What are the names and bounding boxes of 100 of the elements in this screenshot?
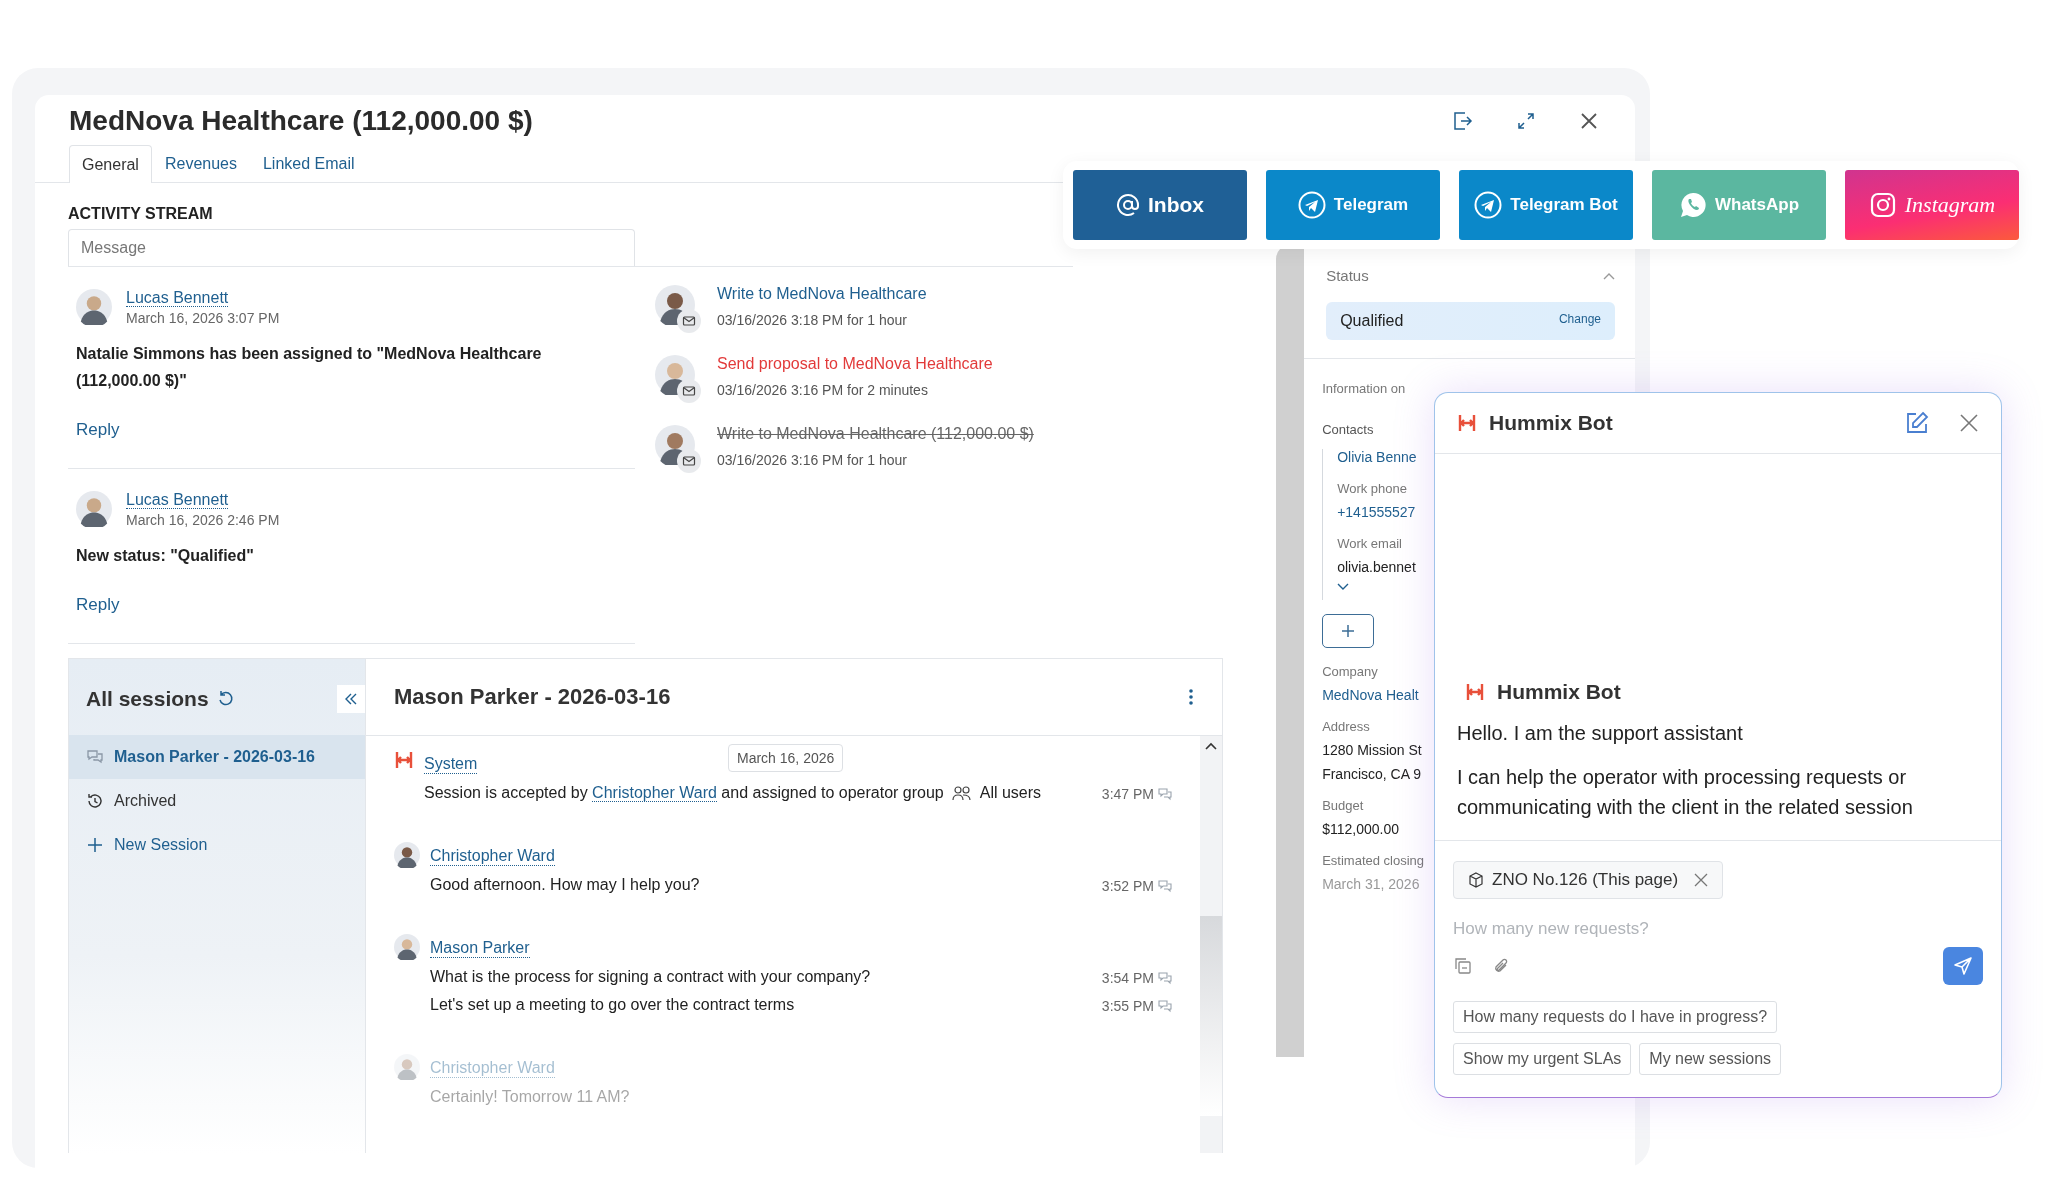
at-sign-icon <box>1116 193 1140 217</box>
cube-icon <box>1468 872 1484 888</box>
scrollbar[interactable] <box>1200 736 1222 1153</box>
sender-name: Hummix Bot <box>1497 680 1621 704</box>
chevron-icon[interactable] <box>1603 271 1615 280</box>
status-field[interactable]: Qualified Change <box>1326 302 1615 340</box>
task-link[interactable]: Send proposal to MedNova Healthcare <box>717 355 993 373</box>
task-time: 03/16/2026 3:16 PM for 1 hour <box>717 452 908 468</box>
group-name: All users <box>979 784 1042 802</box>
task-link[interactable]: Write to MedNova Healthcare (112,000.00 $) <box>717 425 1034 443</box>
field-value: $112,000.00 <box>1322 821 1400 837</box>
change-link[interactable]: Change <box>1558 312 1601 330</box>
avatar <box>394 842 420 868</box>
expand-icon[interactable] <box>1517 112 1535 130</box>
field-label: Estimated closing <box>1322 853 1426 868</box>
caret-up-icon[interactable] <box>1205 742 1217 750</box>
channel-button[interactable]: Telegram Bot <box>1459 170 1633 240</box>
channel-button[interactable]: Inbox <box>1073 170 1247 240</box>
chat-bubbles-icon <box>1158 971 1172 985</box>
section-heading: ACTIVITY STREAM <box>68 205 214 223</box>
message-text: Let's set up a meeting to go over the contract terms <box>430 996 795 1014</box>
author-link[interactable]: Lucas Bennett <box>126 491 229 509</box>
channel-button[interactable]: Instagram <box>1845 170 2019 240</box>
post-time: March 16, 2026 2:46 PM <box>126 512 280 528</box>
message-field[interactable]: Message <box>68 229 635 266</box>
suggestion-chip[interactable]: How many requests do I have in progress? <box>1453 1001 1778 1033</box>
person-link[interactable]: Christopher Ward <box>592 784 717 802</box>
chat-bubbles-icon <box>1158 999 1172 1013</box>
task-time: 03/16/2026 3:18 PM for 1 hour <box>717 312 908 328</box>
section-heading: Information on <box>1322 381 1407 396</box>
more-icon[interactable] <box>1188 688 1194 706</box>
chat-bubbles-icon <box>86 748 104 766</box>
author-link[interactable]: Mason Parker <box>430 939 530 958</box>
collapse-button[interactable] <box>337 685 365 713</box>
post-text: Natalie Simmons has been assigned to "MedNova Healthcare (112,000.00 $)" <box>76 344 543 391</box>
window-title: MedNova Healthcare (112,000.00 $) <box>69 105 534 137</box>
message-time: 3:54 PM <box>1101 970 1154 986</box>
panel-title: Hummix Bot <box>1489 411 1614 435</box>
field-label: Contacts <box>1322 422 1375 437</box>
message-time: 3:47 PM <box>1101 786 1154 802</box>
field-value: Francisco, CA 9 <box>1322 766 1422 782</box>
close-icon[interactable] <box>1579 111 1599 131</box>
channel-button[interactable]: Telegram <box>1266 170 1440 240</box>
export-icon[interactable] <box>1451 110 1473 132</box>
logo-icon <box>394 750 414 770</box>
edit-icon[interactable] <box>1905 411 1929 435</box>
chevron-icon[interactable] <box>1337 583 1350 591</box>
envelope-icon <box>682 314 696 328</box>
avatar <box>394 1054 420 1080</box>
send-button[interactable] <box>1943 947 1983 985</box>
message-time: 3:52 PM <box>1101 878 1154 894</box>
avatar <box>394 934 420 960</box>
group-icon <box>951 785 972 801</box>
bot-message: Hello. I am the support assistant <box>1457 721 1744 746</box>
tab[interactable]: General <box>69 145 152 183</box>
chip-label: ZNO No.126 (This page) <box>1492 870 1679 890</box>
field-value: March 31, 2026 <box>1322 876 1421 892</box>
add-button[interactable] <box>1322 614 1375 648</box>
tab[interactable]: Revenues <box>151 145 250 182</box>
logo-icon <box>1465 682 1485 702</box>
task-link[interactable]: Write to MedNova Healthcare <box>717 285 927 303</box>
chevrons-left-icon <box>344 692 358 706</box>
avatar <box>76 289 112 325</box>
author-link[interactable]: System <box>424 755 478 774</box>
session-item[interactable]: New Session <box>69 823 365 867</box>
session-item[interactable]: Mason Parker - 2026-03-16 <box>69 735 365 779</box>
field-label: Budget <box>1322 798 1365 813</box>
paper-plane-icon <box>1474 191 1503 219</box>
remove-icon[interactable] <box>1694 873 1709 887</box>
message-text: What is the process for signing a contract with your company? <box>430 968 871 986</box>
message-time: 3:55 PM <box>1101 998 1154 1014</box>
phone-bubble-icon <box>1678 191 1707 219</box>
avatar <box>76 491 112 527</box>
post-text: New status: "Qualified" <box>76 546 255 566</box>
close-icon[interactable] <box>1959 413 1979 433</box>
author-link[interactable]: Christopher Ward <box>430 847 555 866</box>
chat-bubbles-icon <box>1158 879 1172 893</box>
envelope-icon <box>682 454 696 468</box>
message-text: Certainly! Tomorrow 11 AM? <box>430 1088 630 1106</box>
tab[interactable]: Linked Email <box>249 145 368 182</box>
post-time: March 16, 2026 3:07 PM <box>126 310 280 326</box>
author-link[interactable]: Lucas Bennett <box>126 289 229 307</box>
reply-link[interactable]: Reply <box>76 420 120 440</box>
suggestion-chip[interactable]: My new sessions <box>1639 1043 1782 1075</box>
send-icon <box>1953 956 1973 976</box>
reply-link[interactable]: Reply <box>76 595 120 615</box>
message-text: Good afternoon. How may I help you? <box>430 876 700 894</box>
message-text: Session is accepted by Christopher Ward and assigned to operator group <box>424 784 944 802</box>
session-item[interactable]: Archived <box>69 779 365 823</box>
camera-icon <box>1868 191 1897 219</box>
field-label: Status <box>1326 267 1369 284</box>
chat-title: Mason Parker - 2026-03-16 <box>394 684 672 710</box>
refresh-icon[interactable] <box>216 690 235 708</box>
paper-plane-icon <box>1297 191 1326 219</box>
task-time: 03/16/2026 3:16 PM for 2 minutes <box>717 382 929 398</box>
field-label: Work email <box>1337 536 1403 551</box>
bot-message: I can help the operator with processing requests or communicating with the client in the related session <box>1457 765 1914 820</box>
plus-icon <box>1340 623 1357 639</box>
suggestion-chip[interactable]: Show my urgent SLAs <box>1453 1043 1632 1075</box>
field-label: Work phone <box>1337 481 1408 496</box>
